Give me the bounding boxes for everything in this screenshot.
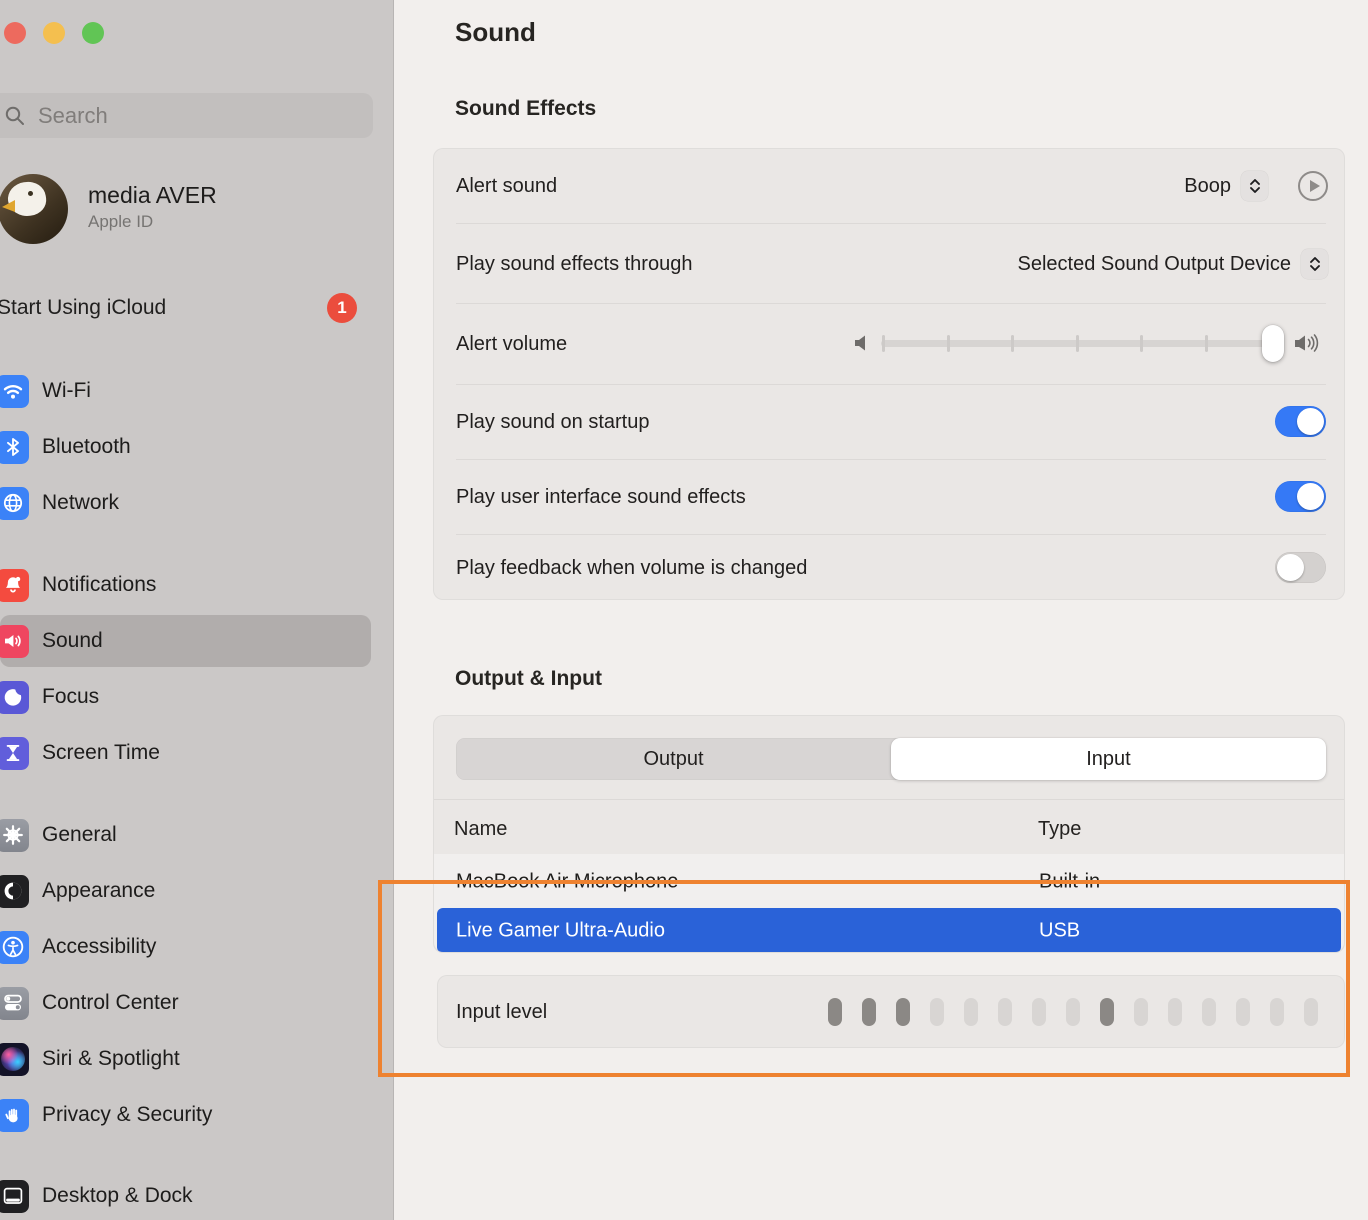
startup-sound-label: Play sound on startup	[456, 411, 649, 434]
ui-sounds-toggle[interactable]	[1275, 481, 1326, 512]
volume-feedback-toggle[interactable]	[1275, 552, 1326, 583]
alert-sound-label: Alert sound	[456, 175, 557, 198]
sidebar-item-appearance[interactable]: Appearance	[0, 865, 371, 917]
page-title: Sound	[455, 17, 536, 48]
close-window-button[interactable]	[4, 22, 26, 44]
volume-feedback-label: Play feedback when volume is changed	[456, 557, 807, 580]
ui-sounds-label: Play user interface sound effects	[456, 486, 746, 509]
sidebar: media AVER Apple ID Start Using iCloud 1…	[0, 0, 394, 1220]
column-header-name: Name	[454, 818, 507, 841]
sidebar-item-wifi[interactable]: Wi-Fi	[0, 365, 371, 417]
main-panel: Sound Sound Effects Alert sound Boop Pla…	[394, 0, 1368, 1220]
input-level-segment	[964, 998, 978, 1026]
input-level-segment	[1134, 998, 1148, 1026]
input-level-segment	[862, 998, 876, 1026]
sound-effects-heading: Sound Effects	[455, 97, 596, 121]
input-devices-table: MacBook Air Microphone Built-in Live Gam…	[434, 854, 1344, 952]
appearance-icon	[0, 875, 29, 908]
alert-sound-stepper[interactable]	[1241, 171, 1268, 201]
input-level-segment	[1168, 998, 1182, 1026]
chevron-up-down-icon	[1308, 255, 1322, 273]
sidebar-item-start-using-icloud[interactable]: Start Using iCloud 1	[0, 286, 371, 330]
output-input-segmented-control: Output Input	[456, 738, 1326, 780]
general-icon	[0, 819, 29, 852]
siri-icon	[0, 1043, 29, 1076]
alert-volume-label: Alert volume	[456, 333, 567, 356]
notification-badge: 1	[327, 293, 357, 323]
sidebar-item-notifications[interactable]: Notifications	[0, 559, 371, 611]
sidebar-item-sound[interactable]: Sound	[0, 615, 371, 667]
tab-output[interactable]: Output	[456, 738, 891, 780]
column-header-type: Type	[1038, 818, 1081, 841]
play-through-stepper[interactable]	[1301, 249, 1328, 279]
screen-time-icon	[0, 737, 29, 770]
sidebar-item-general[interactable]: General	[0, 809, 371, 861]
input-level-segment	[1270, 998, 1284, 1026]
sidebar-item-siri-spotlight[interactable]: Siri & Spotlight	[0, 1033, 371, 1085]
sidebar-item-network[interactable]: Network	[0, 477, 371, 529]
sound-icon	[0, 625, 29, 658]
minimize-window-button[interactable]	[43, 22, 65, 44]
sidebar-item-bluetooth[interactable]: Bluetooth	[0, 421, 371, 473]
sidebar-item-screen-time[interactable]: Screen Time	[0, 727, 371, 779]
input-level-segment	[1304, 998, 1318, 1026]
control-center-icon	[0, 987, 29, 1020]
avatar[interactable]	[0, 174, 68, 244]
alert-volume-slider[interactable]	[881, 340, 1273, 347]
input-level-label: Input level	[456, 1001, 547, 1024]
tab-input[interactable]: Input	[891, 738, 1326, 780]
search-icon	[4, 105, 26, 127]
chevron-up-down-icon	[1248, 177, 1262, 195]
input-level-card: Input level	[437, 975, 1345, 1048]
startup-sound-toggle[interactable]	[1275, 406, 1326, 437]
input-level-segment	[828, 998, 842, 1026]
sidebar-item-accessibility[interactable]: Accessibility	[0, 921, 371, 973]
network-icon	[0, 487, 29, 520]
input-level-segment	[1202, 998, 1216, 1026]
sound-effects-card: Alert sound Boop Play sound effects thro…	[433, 148, 1345, 600]
zoom-window-button[interactable]	[82, 22, 104, 44]
input-level-segment	[1066, 998, 1080, 1026]
input-level-segment	[1100, 998, 1114, 1026]
system-settings-window: media AVER Apple ID Start Using iCloud 1…	[0, 0, 1368, 1220]
privacy-hand-icon	[0, 1099, 29, 1132]
play-alert-sound-button[interactable]	[1298, 171, 1328, 201]
input-level-segment	[998, 998, 1012, 1026]
alert-sound-value: Boop	[1184, 175, 1231, 198]
sidebar-item-desktop-dock[interactable]: Desktop & Dock	[0, 1170, 371, 1220]
input-level-segment	[1032, 998, 1046, 1026]
play-through-value: Selected Sound Output Device	[1017, 253, 1291, 276]
sidebar-item-focus[interactable]: Focus	[0, 671, 371, 723]
input-level-segment	[896, 998, 910, 1026]
focus-icon	[0, 681, 29, 714]
bluetooth-icon	[0, 431, 29, 464]
input-level-meter	[828, 998, 1318, 1026]
apple-id-name[interactable]: media AVER	[88, 182, 217, 209]
table-row-live-gamer-ultra-audio[interactable]: Live Gamer Ultra-Audio USB	[437, 908, 1341, 953]
apple-id-subtitle: Apple ID	[88, 212, 153, 232]
notifications-icon	[0, 569, 29, 602]
wifi-icon	[0, 375, 29, 408]
volume-high-icon	[1294, 332, 1320, 354]
icloud-label: Start Using iCloud	[0, 296, 166, 320]
accessibility-icon	[0, 931, 29, 964]
desktop-dock-icon	[0, 1180, 29, 1213]
table-row-macbook-air-microphone[interactable]: MacBook Air Microphone Built-in	[434, 856, 1344, 908]
output-input-heading: Output & Input	[455, 667, 602, 691]
volume-low-icon	[854, 333, 872, 353]
play-icon	[1310, 180, 1320, 192]
output-input-card: Output Input Name Type MacBook Air Micro…	[433, 715, 1345, 953]
search-field[interactable]	[0, 93, 373, 138]
alert-volume-slider-knob[interactable]	[1262, 325, 1284, 362]
sidebar-item-privacy-security[interactable]: Privacy & Security	[0, 1089, 371, 1141]
play-through-label: Play sound effects through	[456, 253, 692, 276]
search-input[interactable]	[36, 102, 340, 130]
input-level-segment	[930, 998, 944, 1026]
input-level-segment	[1236, 998, 1250, 1026]
sidebar-item-control-center[interactable]: Control Center	[0, 977, 371, 1029]
